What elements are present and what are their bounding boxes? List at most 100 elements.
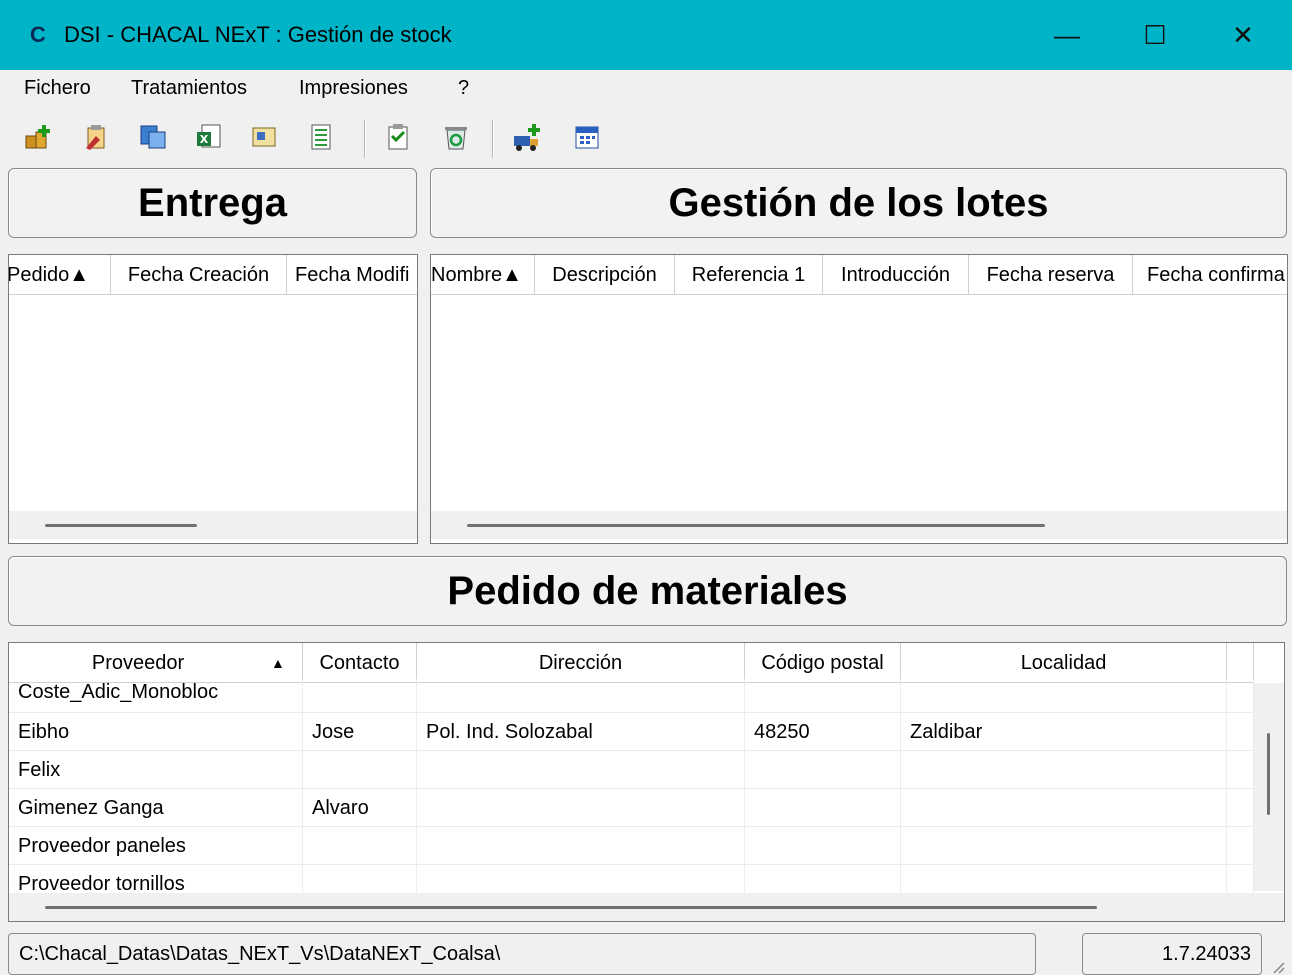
column-header-fecha-confirmacion[interactable]: Fecha confirma <box>1133 255 1287 295</box>
column-header-fecha-creacion[interactable]: Fecha Creación <box>111 255 287 295</box>
pedido-horizontal-scrollbar[interactable] <box>9 893 1284 921</box>
column-header-introduccion[interactable]: Introducción <box>823 255 969 295</box>
minimize-icon: — <box>1054 19 1080 50</box>
status-bar: C:\Chacal_Datas\Datas_NExT_Vs\DataNExT_C… <box>0 925 1292 975</box>
pedido-vertical-scrollbar[interactable] <box>1254 683 1284 891</box>
column-header-filler <box>1227 643 1254 683</box>
list-icon[interactable] <box>306 122 336 152</box>
minimize-button[interactable]: — <box>1022 0 1112 70</box>
cell-codigo-postal <box>745 751 901 789</box>
lotes-grid[interactable]: Nombre▲ Descripción Referencia 1 Introdu… <box>430 254 1288 544</box>
cell-proveedor: Gimenez Ganga <box>9 789 303 827</box>
resize-grip-icon[interactable] <box>1270 959 1286 975</box>
pedido-grid[interactable]: Proveedor ▲ Contacto Dirección Código po… <box>8 642 1285 922</box>
column-header-contacto[interactable]: Contacto <box>303 643 417 683</box>
maximize-icon: ☐ <box>1143 19 1167 50</box>
cell-localidad: Zaldibar <box>901 713 1227 751</box>
column-header-direccion[interactable]: Dirección <box>417 643 745 683</box>
lotes-header[interactable]: Gestión de los lotes <box>430 168 1287 238</box>
cell-codigo-postal <box>745 789 901 827</box>
column-header-nombre[interactable]: Nombre▲ <box>431 255 535 295</box>
cell-codigo-postal: 48250 <box>745 713 901 751</box>
column-header-referencia[interactable]: Referencia 1 <box>675 255 823 295</box>
close-button[interactable]: ✕ <box>1198 0 1288 70</box>
inventory-icon[interactable] <box>250 122 280 152</box>
toolbar-separator <box>364 120 366 158</box>
data-path-label: C:\Chacal_Datas\Datas_NExT_Vs\DataNExT_C… <box>8 933 1036 975</box>
pedido-header[interactable]: Pedido de materiales <box>8 556 1287 626</box>
cell-proveedor: Coste_Adic_Monobloc <box>9 679 303 713</box>
sort-ascending-icon: ▲ <box>271 655 285 671</box>
lotes-horizontal-scrollbar[interactable] <box>431 511 1287 539</box>
table-row[interactable]: Eibho Jose Pol. Ind. Solozabal 48250 Zaldiba… <box>9 713 1254 751</box>
column-header-codigo-postal[interactable]: Código postal <box>745 643 901 683</box>
title-bar: C DSI - CHACAL NExT : Gestión de stock —… <box>0 0 1292 70</box>
pedido-grid-header: Proveedor ▲ Contacto Dirección Código po… <box>9 643 1254 683</box>
menu-fichero[interactable]: Fichero <box>24 77 91 100</box>
cell-contacto <box>303 751 417 789</box>
cell-proveedor: Felix <box>9 751 303 789</box>
cell-filler <box>1227 789 1254 827</box>
toolbar-separator <box>492 120 494 158</box>
cell-localidad <box>901 827 1227 865</box>
add-stock-icon[interactable] <box>24 122 54 152</box>
table-row[interactable]: Proveedor paneles <box>9 827 1254 865</box>
cell-contacto: Jose <box>303 713 417 751</box>
scrollbar-thumb[interactable] <box>1267 733 1270 815</box>
column-header-proveedor[interactable]: Proveedor ▲ <box>9 643 303 683</box>
menu-tratamientos[interactable]: Tratamientos <box>131 77 247 100</box>
column-header-proveedor-label: Proveedor <box>91 652 185 674</box>
entrega-title: Entrega <box>138 180 287 225</box>
calendar-icon[interactable] <box>572 122 602 152</box>
cell-direccion <box>417 827 745 865</box>
cell-localidad <box>901 679 1227 713</box>
report-icon[interactable] <box>384 122 414 152</box>
table-row[interactable]: Coste_Adic_Monobloc <box>9 679 1254 717</box>
window-title: DSI - CHACAL NExT : Gestión de stock <box>64 22 452 47</box>
app-icon: C <box>30 22 46 47</box>
lotes-grid-header: Nombre▲ Descripción Referencia 1 Introdu… <box>431 255 1287 295</box>
cell-direccion <box>417 751 745 789</box>
cell-contacto <box>303 827 417 865</box>
column-header-fecha-modificacion[interactable]: Fecha Modifi <box>287 255 417 295</box>
truck-add-icon[interactable] <box>512 122 542 152</box>
cell-filler <box>1227 751 1254 789</box>
cell-contacto <box>303 679 417 713</box>
scrollbar-thumb[interactable] <box>45 524 197 527</box>
cell-filler <box>1227 679 1254 717</box>
edit-stock-icon[interactable] <box>82 122 112 152</box>
table-row[interactable]: Felix <box>9 751 1254 789</box>
cell-direccion <box>417 789 745 827</box>
excel-export-icon[interactable]: X <box>194 122 224 152</box>
cell-proveedor: Eibho <box>9 713 303 751</box>
close-icon: ✕ <box>1232 19 1254 50</box>
column-header-fecha-reserva[interactable]: Fecha reserva <box>969 255 1133 295</box>
toolbar: X <box>0 110 1292 168</box>
column-header-pedido[interactable]: Pedido▲ <box>9 255 111 295</box>
entrega-grid-header: Pedido▲ Fecha Creación Fecha Modifi <box>9 255 417 295</box>
cell-codigo-postal <box>745 827 901 865</box>
table-row[interactable]: Gimenez Ganga Alvaro <box>9 789 1254 827</box>
maximize-button[interactable]: ☐ <box>1110 0 1200 70</box>
cell-proveedor: Proveedor paneles <box>9 827 303 865</box>
menu-help[interactable]: ? <box>458 77 469 100</box>
recycle-icon[interactable] <box>441 122 471 152</box>
cell-codigo-postal <box>745 679 901 713</box>
scrollbar-thumb[interactable] <box>467 524 1045 527</box>
column-header-localidad[interactable]: Localidad <box>901 643 1227 683</box>
pedido-title: Pedido de materiales <box>447 568 848 613</box>
column-header-descripcion[interactable]: Descripción <box>535 255 675 295</box>
version-label: 1.7.24033 <box>1082 933 1262 975</box>
menu-bar: Fichero Tratamientos Impresiones ? <box>0 70 1292 108</box>
menu-impresiones[interactable]: Impresiones <box>299 77 408 100</box>
cell-localidad <box>901 751 1227 789</box>
cell-localidad <box>901 789 1227 827</box>
transfer-icon[interactable] <box>138 122 168 152</box>
scrollbar-thumb[interactable] <box>45 906 1097 909</box>
lotes-title: Gestión de los lotes <box>668 180 1049 225</box>
svg-text:X: X <box>200 133 209 146</box>
entrega-horizontal-scrollbar[interactable] <box>9 511 417 539</box>
cell-direccion <box>417 679 745 713</box>
entrega-header[interactable]: Entrega <box>8 168 417 238</box>
entrega-grid[interactable]: Pedido▲ Fecha Creación Fecha Modifi <box>8 254 418 544</box>
